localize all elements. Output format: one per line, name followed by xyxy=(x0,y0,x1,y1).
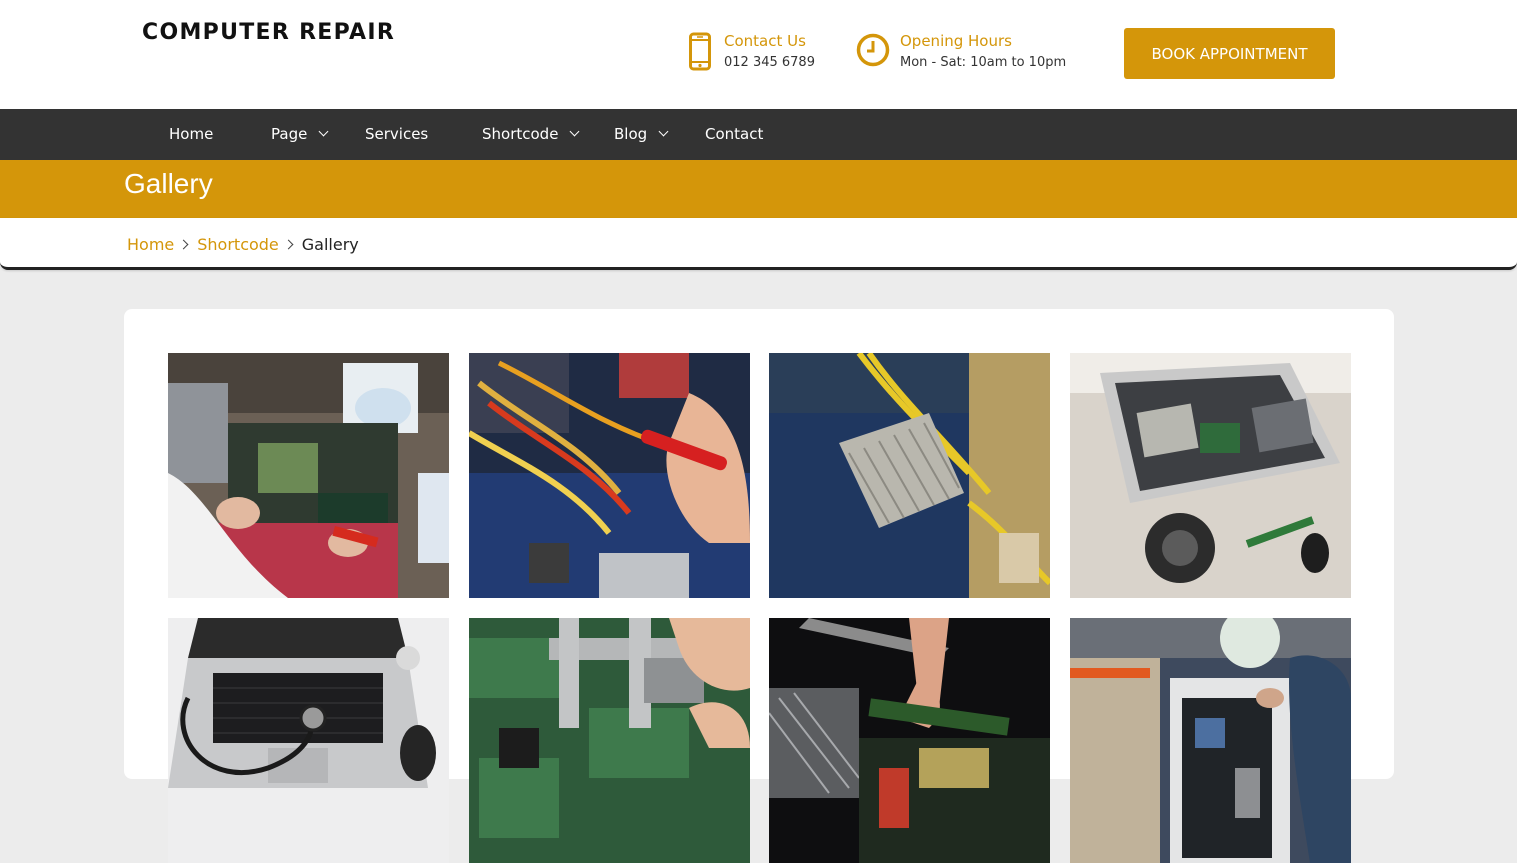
nav-item-shortcode[interactable]: Shortcode xyxy=(482,109,580,160)
contact-phone[interactable]: 012 345 6789 xyxy=(724,55,815,70)
chevron-right-icon xyxy=(178,239,189,250)
hours-value: Mon - Sat: 10am to 10pm xyxy=(900,55,1067,70)
nav-item-page[interactable]: Page xyxy=(271,109,329,160)
gallery-image[interactable] xyxy=(168,353,449,598)
breadcrumb-home-link[interactable]: Home xyxy=(127,235,174,254)
breadcrumb-shortcode-link[interactable]: Shortcode xyxy=(197,235,279,254)
gallery-card xyxy=(124,309,1394,863)
ram-install-image xyxy=(769,618,1050,863)
chevron-down-icon xyxy=(569,126,580,137)
book-appointment-button[interactable]: BOOK APPOINTMENT xyxy=(1124,28,1335,79)
gallery-image[interactable] xyxy=(769,353,1050,598)
gallery-image[interactable] xyxy=(1070,353,1351,598)
nav-label: Home xyxy=(169,125,214,143)
workbench-repair-image xyxy=(168,353,449,598)
nav-item-contact[interactable]: Contact xyxy=(705,109,763,160)
main-nav: Home Page Services Shortcode Blog Contac… xyxy=(0,109,1517,160)
nav-item-blog[interactable]: Blog xyxy=(614,109,669,160)
hours-title: Opening Hours xyxy=(900,32,1012,50)
breadcrumb: Home Shortcode Gallery xyxy=(127,235,359,254)
chevron-down-icon xyxy=(318,126,329,137)
breadcrumb-bar: Home Shortcode Gallery xyxy=(0,218,1517,270)
site-header: COMPUTER REPAIR Contact Us 012 345 6789 … xyxy=(0,0,1517,109)
gallery-image[interactable] xyxy=(469,353,750,598)
gallery-image[interactable] xyxy=(469,618,750,863)
laptop-stethoscope-image xyxy=(168,618,449,863)
page-title-band: Gallery xyxy=(0,160,1517,218)
clock-icon xyxy=(856,33,890,67)
site-logo[interactable]: COMPUTER REPAIR xyxy=(142,20,395,45)
gallery-image[interactable] xyxy=(168,618,449,863)
phone-icon xyxy=(689,32,711,71)
heatsink-image xyxy=(769,353,1050,598)
caliper-circuit-image xyxy=(469,618,750,863)
cable-repair-image xyxy=(469,353,750,598)
nav-label: Shortcode xyxy=(482,125,559,143)
chevron-down-icon xyxy=(658,126,669,137)
nav-label: Page xyxy=(271,125,308,143)
opened-computer-image xyxy=(1070,353,1351,598)
nav-label: Services xyxy=(365,125,429,143)
nav-item-home[interactable]: Home xyxy=(169,109,213,160)
nav-item-services[interactable]: Services xyxy=(365,109,428,160)
pc-tower-repair-image xyxy=(1070,618,1351,863)
breadcrumb-current: Gallery xyxy=(301,235,359,254)
nav-label: Blog xyxy=(614,125,648,143)
nav-label: Contact xyxy=(705,125,764,143)
chevron-right-icon xyxy=(283,239,294,250)
gallery-image[interactable] xyxy=(1070,618,1351,863)
gallery-image[interactable] xyxy=(769,618,1050,863)
contact-title: Contact Us xyxy=(724,32,806,50)
page-title: Gallery xyxy=(124,168,213,199)
